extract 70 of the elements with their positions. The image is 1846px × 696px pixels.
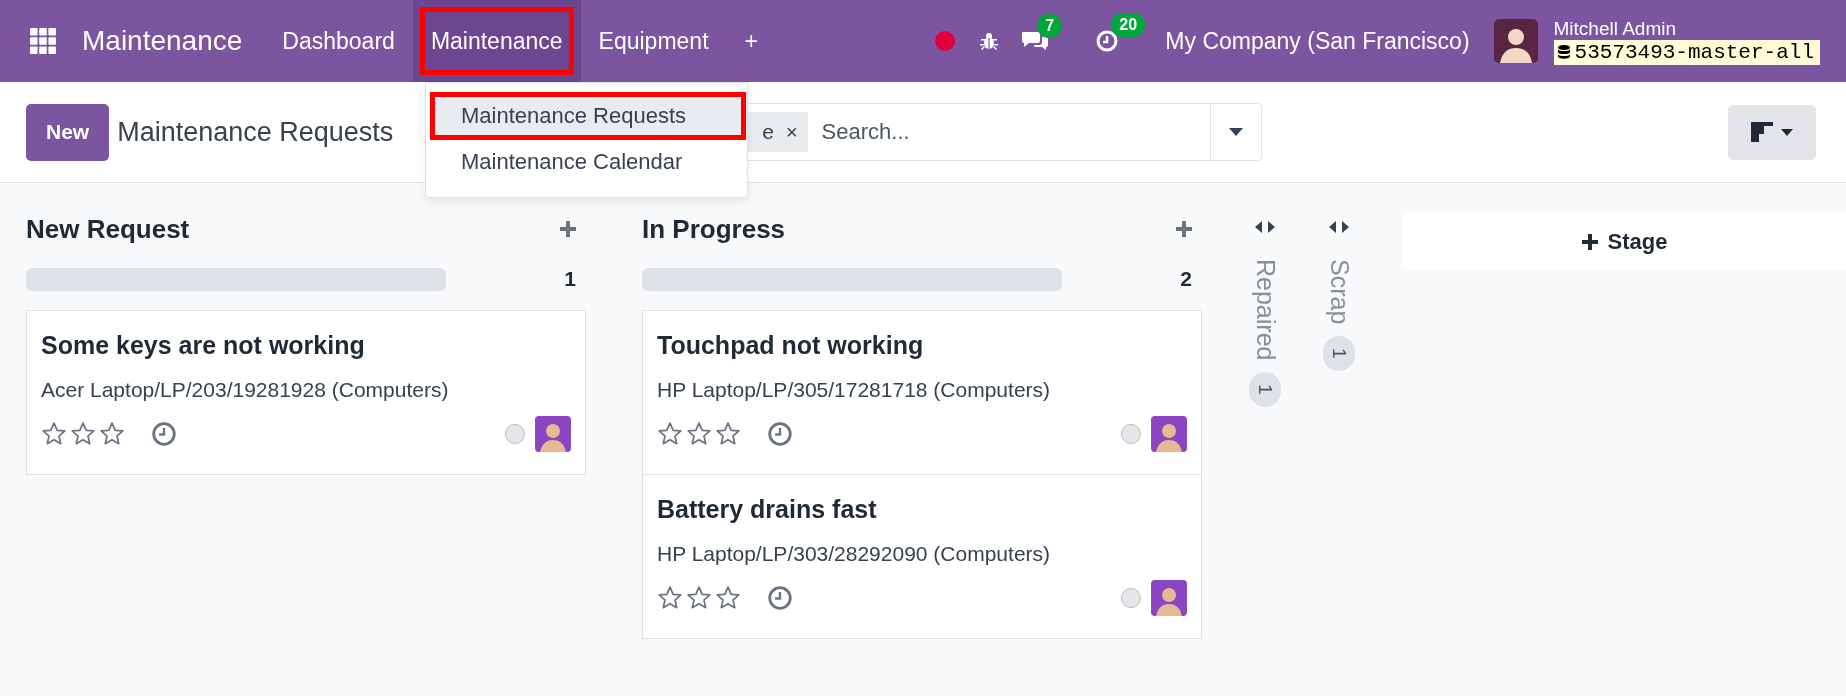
search-facet[interactable]: e × [748, 112, 808, 152]
request-card[interactable]: Touchpad not working HP Laptop/LP/305/17281718 (Computers) [642, 310, 1202, 475]
page-title: Maintenance Requests [117, 116, 395, 148]
activity-clock-icon[interactable] [151, 421, 177, 447]
user-avatar [1151, 416, 1187, 452]
equipment-name: HP Laptop/LP/303/28292090 (Computers) [657, 542, 1052, 566]
column-title: Repaired [1250, 259, 1280, 361]
dropdown-item[interactable]: Maintenance Requests [431, 93, 745, 139]
kanban-icon [1751, 122, 1773, 142]
view-switcher-button[interactable] [1728, 104, 1816, 160]
priority-star-icon[interactable] [657, 585, 683, 611]
column-title: Scrap [1324, 259, 1354, 325]
menu-item[interactable]: Dashboard [264, 0, 413, 82]
chat-icon[interactable] [1021, 30, 1050, 52]
add-stage-button[interactable]: Stage [1403, 213, 1846, 270]
column-title: In Progress [642, 213, 786, 245]
status-dot[interactable] [505, 424, 525, 444]
card-title: Battery drains fast [657, 495, 878, 524]
user-avatar [1151, 580, 1187, 616]
user-avatar [535, 416, 571, 452]
facet-label: e [762, 120, 774, 144]
record-count: 2 [1180, 267, 1192, 291]
activity-count-badge: 20 [1111, 13, 1146, 37]
clock-icon[interactable] [1095, 29, 1120, 53]
apps-grid-icon[interactable] [30, 28, 56, 54]
status-dot[interactable] [1121, 424, 1141, 444]
database-name: 53573493-master-all [1574, 40, 1814, 64]
status-dot[interactable] [1121, 588, 1141, 608]
card-title: Some keys are not working [41, 331, 366, 360]
priority-star-icon[interactable] [70, 421, 96, 447]
menu-item[interactable]: Equipment [580, 0, 727, 82]
user-name[interactable]: Mitchell Admin [1553, 17, 1820, 40]
expand-arrows-icon[interactable] [1329, 221, 1349, 233]
message-count-badge: 7 [1037, 14, 1063, 38]
company-switcher[interactable]: My Company (San Francisco) [1165, 27, 1470, 55]
priority-star-icon[interactable] [715, 585, 741, 611]
caret-icon [1781, 128, 1793, 136]
app-name[interactable]: Maintenance [82, 25, 243, 57]
priority-star-icon[interactable] [686, 421, 712, 447]
request-card[interactable]: Some keys are not working Acer Laptop/LP/203/19281928 (Computers) [26, 310, 586, 475]
priority-star-icon[interactable] [99, 421, 125, 447]
bug-icon[interactable] [979, 31, 1000, 51]
request-card[interactable]: Battery drains fast HP Laptop/LP/303/28292090 (Computers) [642, 474, 1202, 639]
record-count: 1 [1249, 372, 1281, 408]
caret-icon [1229, 128, 1244, 136]
facet-remove-button[interactable]: × [785, 120, 798, 144]
equipment-name: HP Laptop/LP/305/17281718 (Computers) [657, 378, 1052, 402]
menu-item[interactable]: Maintenance [412, 0, 581, 82]
add-menu-button[interactable]: + [726, 0, 776, 82]
folded-column[interactable]: Repaired 1 [1228, 209, 1302, 408]
priority-star-icon[interactable] [715, 421, 741, 447]
plus-icon[interactable] [560, 221, 576, 237]
new-button[interactable]: New [26, 103, 110, 161]
priority-star-icon[interactable] [41, 421, 67, 447]
column-title: New Request [26, 213, 190, 245]
status-dot[interactable] [935, 31, 956, 51]
folded-column[interactable]: Scrap 1 [1302, 209, 1376, 371]
equipment-name: Acer Laptop/LP/203/19281928 (Computers) [41, 378, 450, 402]
plus-icon [1581, 233, 1598, 250]
plus-icon[interactable] [1176, 221, 1192, 237]
expand-arrows-icon[interactable] [1255, 221, 1275, 233]
database-icon [1557, 45, 1570, 59]
user-avatar[interactable] [1493, 19, 1538, 63]
activity-clock-icon[interactable] [767, 421, 793, 447]
record-count: 1 [564, 267, 576, 291]
activity-clock-icon[interactable] [767, 585, 793, 611]
record-count: 1 [1323, 336, 1355, 371]
card-title: Touchpad not working [657, 331, 925, 360]
priority-star-icon[interactable] [686, 585, 712, 611]
priority-star-icon[interactable] [657, 421, 683, 447]
